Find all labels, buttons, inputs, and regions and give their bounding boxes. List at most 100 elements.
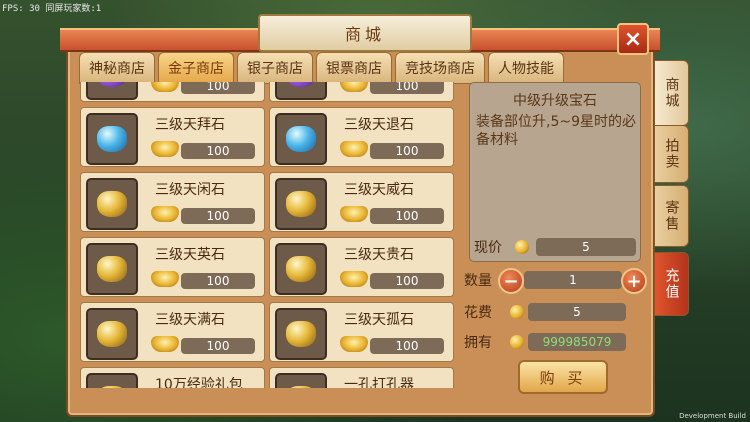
item-price: 100 bbox=[181, 82, 255, 94]
item-price: 100 bbox=[370, 338, 444, 354]
decrease-quantity-button[interactable]: − bbox=[498, 268, 524, 294]
current-price-label: 现价 bbox=[474, 240, 502, 256]
item-card[interactable]: 一孔打孔器 bbox=[269, 367, 454, 388]
gold-ingot-icon bbox=[340, 271, 368, 287]
gold-ingot-icon bbox=[340, 206, 368, 222]
tab-arena-shop[interactable]: 竞技场商店 bbox=[395, 52, 485, 84]
item-slot bbox=[275, 243, 327, 295]
tab-silver-shop[interactable]: 银子商店 bbox=[237, 52, 313, 84]
item-card[interactable]: 三级天威石 100 bbox=[269, 172, 454, 232]
gold-gem-icon bbox=[286, 386, 316, 388]
gold-gem-icon bbox=[97, 321, 127, 347]
side-tab-auction[interactable]: 拍卖 bbox=[654, 125, 689, 183]
item-price: 100 bbox=[370, 82, 444, 94]
item-slot bbox=[275, 308, 327, 360]
purple-gem-icon bbox=[286, 82, 316, 87]
item-card[interactable]: 三级天退石 100 bbox=[269, 107, 454, 167]
item-name: 三级天英石 bbox=[155, 247, 225, 263]
gold-ingot-icon bbox=[151, 206, 179, 222]
item-name: 三级天拜石 bbox=[155, 117, 225, 133]
cost-value: 5 bbox=[528, 303, 626, 321]
item-price: 100 bbox=[181, 273, 255, 289]
owned-value: 999985079 bbox=[528, 333, 626, 351]
item-detail-panel: 中级升级宝石 装备部位升,5~9星时的必备材料 现价 5 bbox=[469, 82, 641, 262]
item-card[interactable]: 三级天拜石 100 bbox=[80, 107, 265, 167]
item-slot bbox=[86, 373, 138, 388]
item-slot bbox=[275, 82, 327, 100]
item-name: 10万经验礼包 bbox=[155, 377, 243, 388]
item-price: 100 bbox=[370, 273, 444, 289]
blue-gem-icon bbox=[97, 126, 127, 152]
shop-tabs: 神秘商店 金子商店 银子商店 银票商店 竞技场商店 人物技能 bbox=[79, 52, 564, 84]
purple-gem-icon bbox=[97, 82, 127, 87]
panel-title: 商城 bbox=[258, 14, 472, 52]
item-slot bbox=[275, 113, 327, 165]
item-slot bbox=[86, 178, 138, 230]
minus-icon: − bbox=[503, 270, 519, 292]
cost-label: 花费 bbox=[464, 305, 492, 321]
item-price: 100 bbox=[181, 338, 255, 354]
item-slot bbox=[275, 373, 327, 388]
side-tab-consign[interactable]: 寄售 bbox=[654, 185, 689, 247]
item-card[interactable]: 三级天满石 100 bbox=[80, 302, 265, 362]
item-card[interactable]: 100 bbox=[80, 82, 265, 102]
fps-counter: FPS: 30 同屏玩家数:1 bbox=[2, 4, 102, 14]
item-slot bbox=[275, 178, 327, 230]
tab-gold-shop[interactable]: 金子商店 bbox=[158, 52, 234, 84]
item-name: 三级天威石 bbox=[344, 182, 414, 198]
item-slot bbox=[86, 113, 138, 165]
item-slot bbox=[86, 308, 138, 360]
item-price: 100 bbox=[370, 208, 444, 224]
gold-ingot-icon bbox=[151, 271, 179, 287]
item-price: 100 bbox=[181, 143, 255, 159]
gold-gem-icon bbox=[286, 321, 316, 347]
item-card[interactable]: 三级天英石 100 bbox=[80, 237, 265, 297]
gold-gem-icon bbox=[97, 191, 127, 217]
side-tab-recharge[interactable]: 充值 bbox=[654, 252, 689, 316]
coin-icon bbox=[510, 305, 524, 319]
detail-description: 装备部位升,5~9星时的必备材料 bbox=[476, 114, 636, 148]
gold-gem-icon bbox=[97, 386, 127, 388]
close-button[interactable]: × bbox=[617, 23, 649, 55]
gold-gem-icon bbox=[286, 256, 316, 282]
close-icon: × bbox=[623, 26, 643, 52]
coin-icon bbox=[510, 335, 524, 349]
blue-gem-icon bbox=[286, 126, 316, 152]
increase-quantity-button[interactable]: + bbox=[621, 268, 647, 294]
build-label: Development Build bbox=[679, 412, 746, 420]
item-price: 100 bbox=[181, 208, 255, 224]
item-price: 100 bbox=[370, 143, 444, 159]
gold-gem-icon bbox=[97, 256, 127, 282]
item-card[interactable]: 三级天贵石 100 bbox=[269, 237, 454, 297]
item-name: 三级天退石 bbox=[344, 117, 414, 133]
gold-ingot-icon bbox=[340, 336, 368, 352]
item-name: 三级天贵石 bbox=[344, 247, 414, 263]
gold-ingot-icon bbox=[151, 82, 179, 92]
owned-label: 拥有 bbox=[464, 335, 492, 351]
item-grid[interactable]: 100 100 三级天拜石 100 三级天退石 100 三级天闲石 100 三级… bbox=[80, 82, 458, 388]
item-card[interactable]: 100 bbox=[269, 82, 454, 102]
gold-gem-icon bbox=[286, 191, 316, 217]
item-card[interactable]: 三级天孤石 100 bbox=[269, 302, 454, 362]
plus-icon: + bbox=[626, 270, 642, 292]
tab-banknote-shop[interactable]: 银票商店 bbox=[316, 52, 392, 84]
detail-title: 中级升级宝石 bbox=[513, 93, 597, 109]
gold-ingot-icon bbox=[340, 82, 368, 92]
item-slot bbox=[86, 82, 138, 100]
gold-ingot-icon bbox=[151, 336, 179, 352]
quantity-input[interactable]: 1 bbox=[524, 271, 622, 289]
gold-ingot-icon bbox=[151, 141, 179, 157]
item-card[interactable]: 三级天闲石 100 bbox=[80, 172, 265, 232]
item-name: 三级天孤石 bbox=[344, 312, 414, 328]
side-tab-shop[interactable]: 商城 bbox=[654, 60, 689, 126]
item-name: 三级天闲石 bbox=[155, 182, 225, 198]
gold-ingot-icon bbox=[340, 141, 368, 157]
buy-button[interactable]: 购 买 bbox=[518, 360, 608, 394]
item-card[interactable]: 10万经验礼包 bbox=[80, 367, 265, 388]
tab-mystery-shop[interactable]: 神秘商店 bbox=[79, 52, 155, 84]
quantity-label: 数量 bbox=[464, 273, 492, 289]
coin-icon bbox=[515, 240, 529, 254]
current-price-value: 5 bbox=[536, 238, 636, 256]
tab-character-skills[interactable]: 人物技能 bbox=[488, 52, 564, 84]
item-name: 一孔打孔器 bbox=[344, 377, 414, 388]
